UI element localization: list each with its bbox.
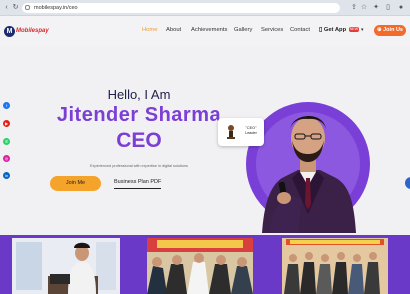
gallery-photo-event[interactable] [147, 238, 253, 294]
url-text: mobilespay.in/ceo [34, 5, 78, 11]
trophy-icon [227, 125, 235, 139]
nav-achievements[interactable]: Achievements [191, 26, 227, 34]
hero-greeting: Hello, I Am [107, 87, 171, 102]
join-me-button[interactable]: Join Me [50, 176, 101, 191]
nav-gallery[interactable]: Gallery [234, 26, 252, 34]
hero-tagline: Experienced professional with expertise … [90, 164, 188, 168]
extensions-icon[interactable]: ✦ [372, 3, 380, 12]
new-badge: NEW [349, 27, 359, 32]
logo-mark: M [4, 25, 15, 37]
join-us-label: Join Us [383, 27, 403, 33]
ceo-badge-subtitle: Leader [245, 131, 257, 135]
gallery-strip [0, 235, 410, 294]
logo[interactable]: M Mobilespay [4, 25, 49, 37]
lock-icon [25, 5, 30, 10]
gallery-photo-group[interactable] [282, 238, 388, 294]
browser-toolbar: ‹ ↻ mobilespay.in/ceo ⇪ ☆ ✦ ▯ ● [0, 0, 410, 16]
sidebar-icon[interactable]: ▯ [384, 3, 392, 12]
site-header: M Mobilespay Home About Achievements Gal… [0, 16, 410, 46]
nav-home[interactable]: Home [142, 26, 157, 34]
star-icon[interactable]: ☆ [360, 3, 368, 12]
floating-scroll-button[interactable] [405, 177, 410, 189]
business-plan-link[interactable]: Business Plan PDF [114, 178, 162, 189]
logo-text: Mobilespay [16, 28, 49, 34]
back-icon[interactable]: ‹ [2, 3, 11, 12]
linkedin-icon[interactable]: in [3, 172, 10, 179]
get-app-label: Get App [323, 27, 347, 33]
address-bar[interactable]: mobilespay.in/ceo [22, 3, 340, 13]
nav-contact[interactable]: Contact [290, 26, 310, 34]
ceo-badge: "CEO" Leader [218, 118, 264, 146]
chevron-down-icon[interactable]: ▾ [361, 26, 364, 34]
profile-icon[interactable]: ● [397, 3, 405, 12]
ceo-badge-text: "CEO" Leader [240, 126, 262, 136]
join-us-button[interactable]: ⊕ Join Us [374, 25, 406, 36]
get-app-link[interactable]: ▯ Get App [319, 26, 346, 34]
nav-services[interactable]: Services [261, 26, 283, 34]
portrait-illustration [246, 102, 370, 233]
reload-icon[interactable]: ↻ [11, 3, 20, 12]
share-icon[interactable]: ⇪ [350, 3, 358, 12]
nav-about[interactable]: About [166, 26, 181, 34]
gallery-photo-office[interactable] [12, 238, 120, 294]
ceo-portrait [240, 86, 375, 233]
instagram-icon[interactable]: ◎ [3, 155, 10, 162]
